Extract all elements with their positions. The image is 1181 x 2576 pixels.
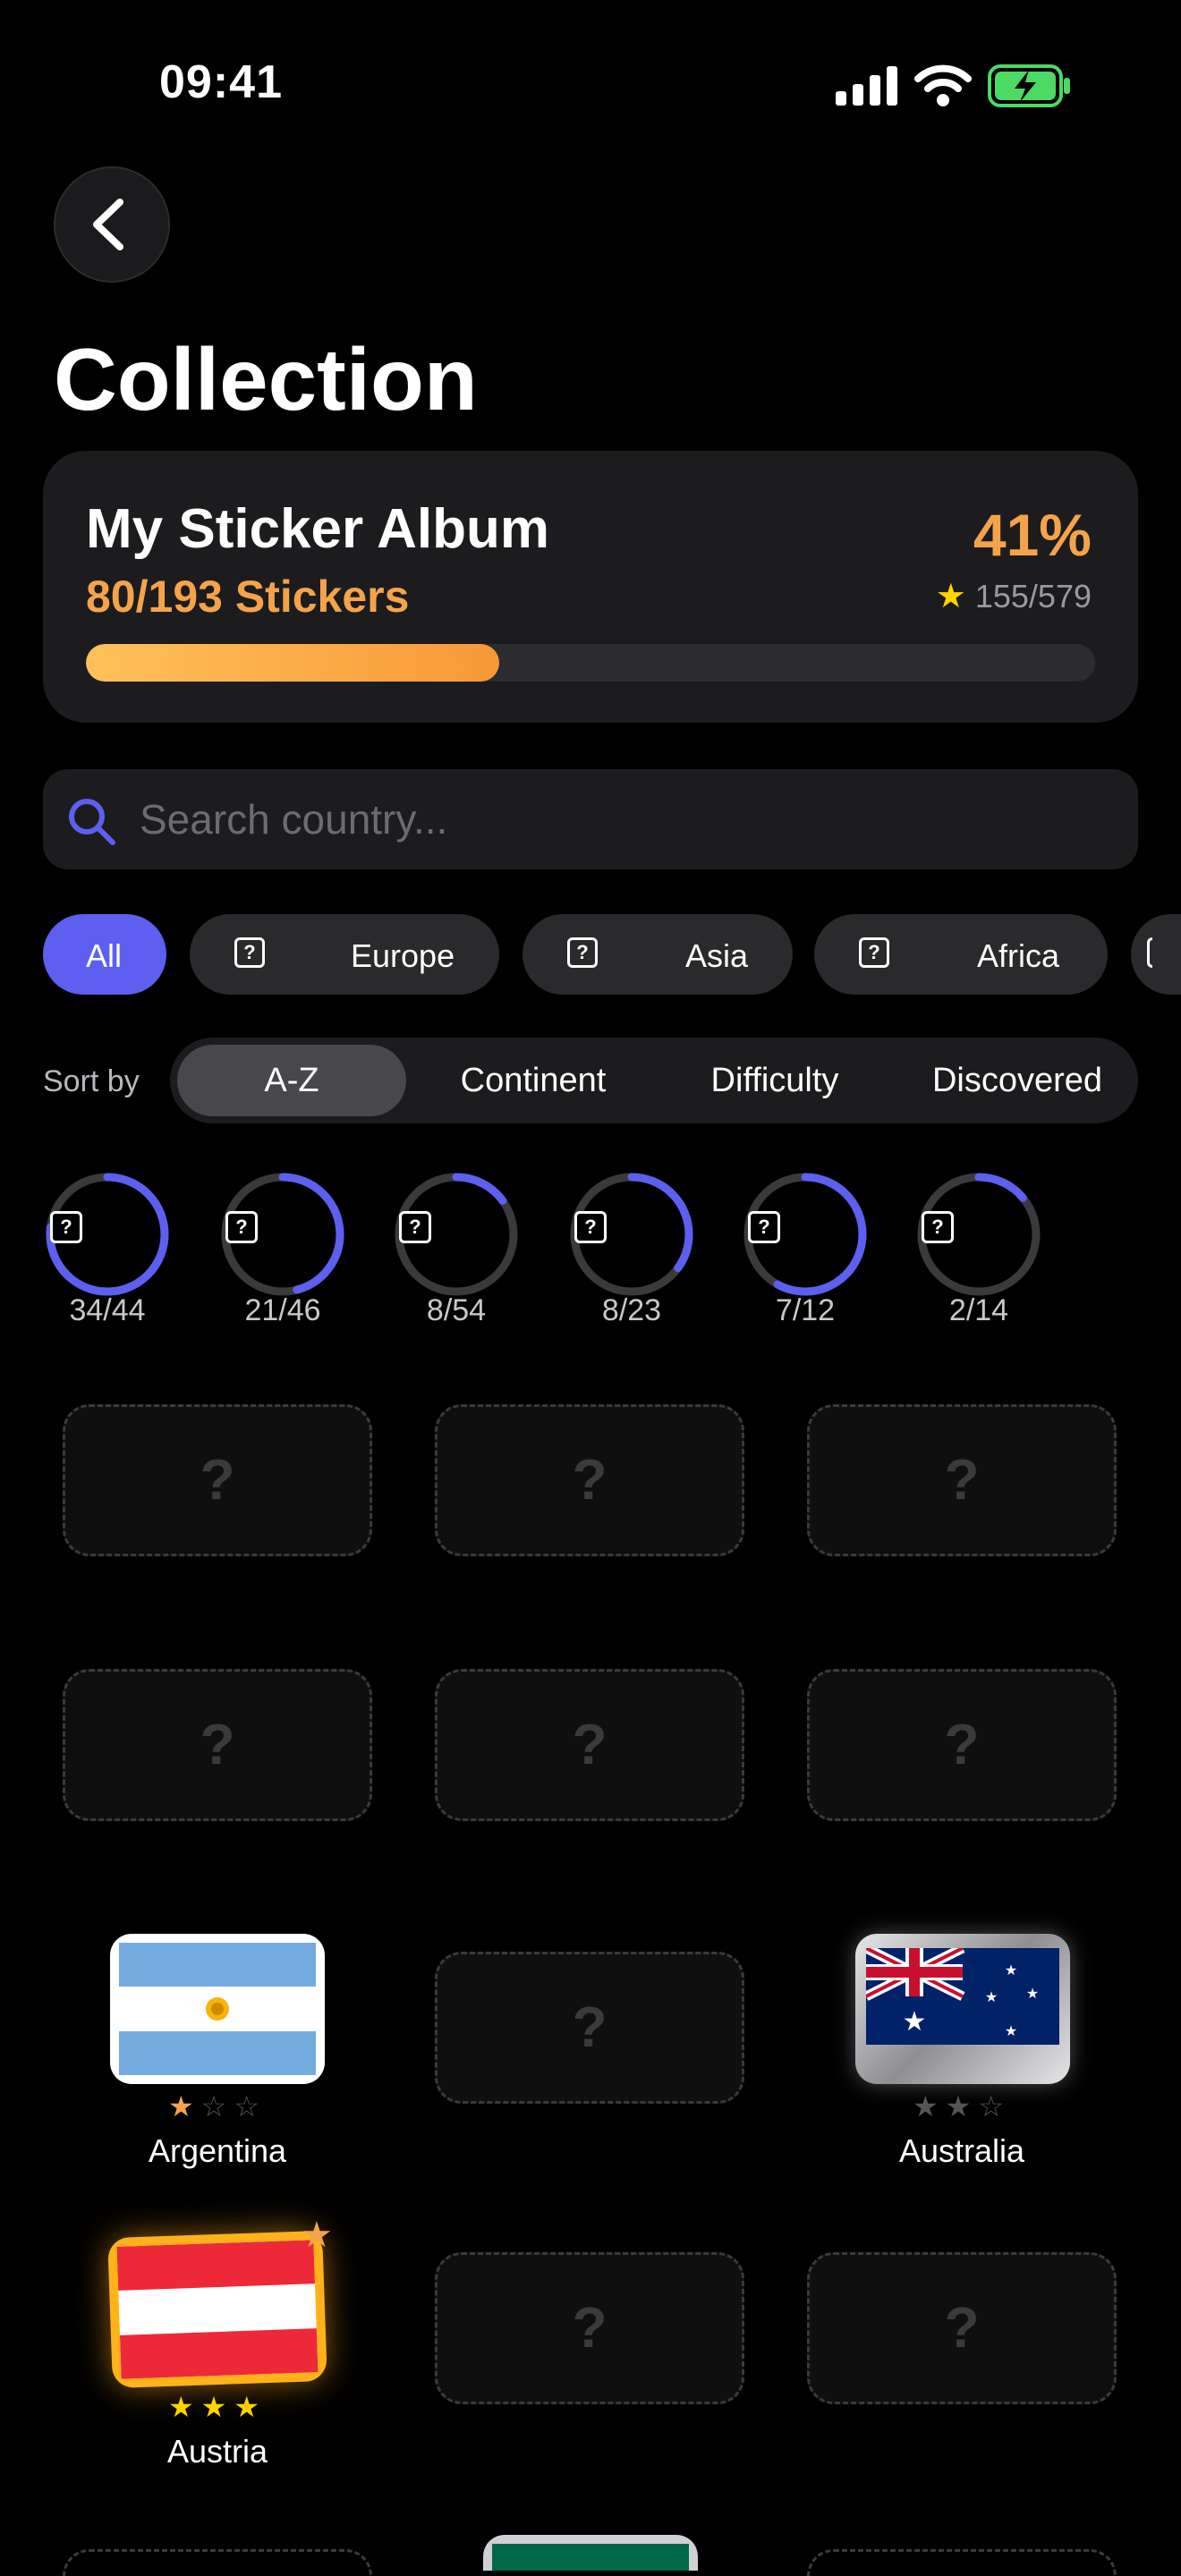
back-button[interactable]: [54, 166, 170, 283]
argentina-flag: [110, 1934, 325, 2084]
sticker-stars: ★☆☆: [167, 2090, 268, 2123]
continent-progress-label: 8/54: [426, 1293, 487, 1327]
partial-flag: [492, 2544, 689, 2571]
australia-flag: ★ ★ ★ ★ ★: [855, 1934, 1070, 2084]
svg-text:★: ★: [1005, 2022, 1017, 2039]
album-percent: 41%: [973, 502, 1092, 568]
star-icon: ★: [935, 578, 966, 615]
page-title: Collection: [54, 330, 478, 428]
svg-text:★: ★: [1026, 1985, 1039, 2002]
filter-chip-all[interactable]: All: [43, 914, 166, 995]
album-stars-value: 155/579: [974, 578, 1092, 614]
locked-mark: ?: [572, 1447, 607, 1512]
filter-chip-label: All: [86, 937, 123, 974]
locked-sticker-slot[interactable]: ?: [63, 1669, 372, 1821]
locked-sticker-slot[interactable]: [807, 2549, 1117, 2576]
locked-mark: ?: [944, 2295, 980, 2360]
locked-sticker-slot[interactable]: ?: [807, 1669, 1117, 1821]
search-input[interactable]: [140, 778, 1106, 860]
filter-chip-europe[interactable]: ? Europe: [190, 914, 499, 995]
filter-chip-asia[interactable]: ? Asia: [523, 914, 793, 995]
svg-text:★: ★: [985, 1988, 998, 2005]
question-box-icon: ?: [399, 1211, 431, 1243]
question-box-icon: ?: [748, 1211, 780, 1243]
filter-chip-label: Asia: [685, 937, 749, 974]
sticker-name: Australia: [898, 2132, 1025, 2169]
continent-progress-label: 34/44: [69, 1293, 146, 1327]
filter-chip-label: Europe: [351, 937, 455, 974]
continent-progress-label: 8/23: [601, 1293, 662, 1327]
question-box-icon: ?: [574, 1211, 607, 1243]
svg-text:★: ★: [903, 2006, 927, 2038]
svg-text:★: ★: [1005, 1962, 1017, 1979]
chevron-left-icon: [93, 199, 123, 250]
locked-mark: ?: [944, 1712, 980, 1776]
filter-chip-label: Africa: [977, 937, 1060, 974]
continent-progress-label: 2/14: [948, 1293, 1009, 1327]
sort-option-discovered[interactable]: Discovered: [909, 1038, 1126, 1123]
question-box-icon: ?: [859, 937, 889, 968]
sticker-name: Argentina: [148, 2132, 287, 2169]
question-box-icon: ?: [567, 937, 598, 968]
locked-sticker-slot[interactable]: ?: [435, 1669, 744, 1821]
locked-mark: ?: [572, 2295, 607, 2360]
locked-sticker-slot[interactable]: ?: [807, 1404, 1117, 1556]
australia-flag-image: ★ ★ ★ ★ ★: [863, 1944, 1059, 2045]
search-icon: [69, 799, 115, 845]
continent-progress-label: 21/46: [244, 1293, 321, 1327]
locked-sticker-slot[interactable]: ?: [435, 1404, 744, 1556]
sort-option-difficulty[interactable]: Difficulty: [675, 1038, 875, 1123]
question-box-icon: [1147, 937, 1152, 968]
question-box-icon: ?: [225, 1211, 258, 1243]
question-box-icon: ?: [234, 937, 265, 968]
locked-mark: ?: [200, 1712, 235, 1776]
locked-sticker-slot[interactable]: ?: [807, 2252, 1117, 2404]
filter-chip-africa[interactable]: ? Africa: [814, 914, 1108, 995]
sort-option-continent[interactable]: Continent: [428, 1038, 639, 1123]
austria-flag-image: [116, 2240, 319, 2379]
gold-star-badge-icon: ★: [301, 2216, 333, 2255]
continent-progress-label: 7/12: [775, 1293, 836, 1327]
filter-chip-more[interactable]: [1131, 914, 1181, 995]
locked-sticker-slot[interactable]: ?: [63, 1404, 372, 1556]
battery-charging-icon: [988, 64, 1070, 107]
locked-mark: ?: [572, 1712, 607, 1776]
album-stars: ★ 155/579: [936, 576, 1092, 616]
signal-icon: [836, 66, 897, 106]
argentina-flag-image: [119, 1943, 316, 2075]
locked-mark: ?: [200, 1447, 235, 1512]
album-progress-fill: [86, 644, 500, 682]
locked-sticker-slot[interactable]: [63, 2549, 372, 2576]
question-box-icon: ?: [50, 1211, 82, 1243]
status-time: 09:41: [159, 56, 283, 108]
sticker-name: Austria: [166, 2433, 268, 2470]
album-title: My Sticker Album: [86, 498, 549, 560]
album-progress-bar: [86, 644, 1095, 682]
locked-mark: ?: [572, 1995, 607, 2059]
locked-mark: ?: [944, 1447, 980, 1512]
sort-label: Sort by: [43, 1064, 140, 1098]
austria-flag: [107, 2230, 327, 2389]
sticker-stars: ★★☆: [912, 2090, 1012, 2123]
album-count: 80/193 Stickers: [86, 572, 410, 622]
locked-sticker-slot[interactable]: ?: [435, 1952, 744, 2104]
question-box-icon: ?: [922, 1211, 954, 1243]
sticker-partial[interactable]: [483, 2535, 698, 2571]
wifi-icon: [914, 64, 972, 106]
sticker-stars: ★★★: [167, 2391, 268, 2423]
sort-option-az[interactable]: A-Z: [177, 1045, 406, 1116]
locked-sticker-slot[interactable]: ?: [435, 2252, 744, 2404]
